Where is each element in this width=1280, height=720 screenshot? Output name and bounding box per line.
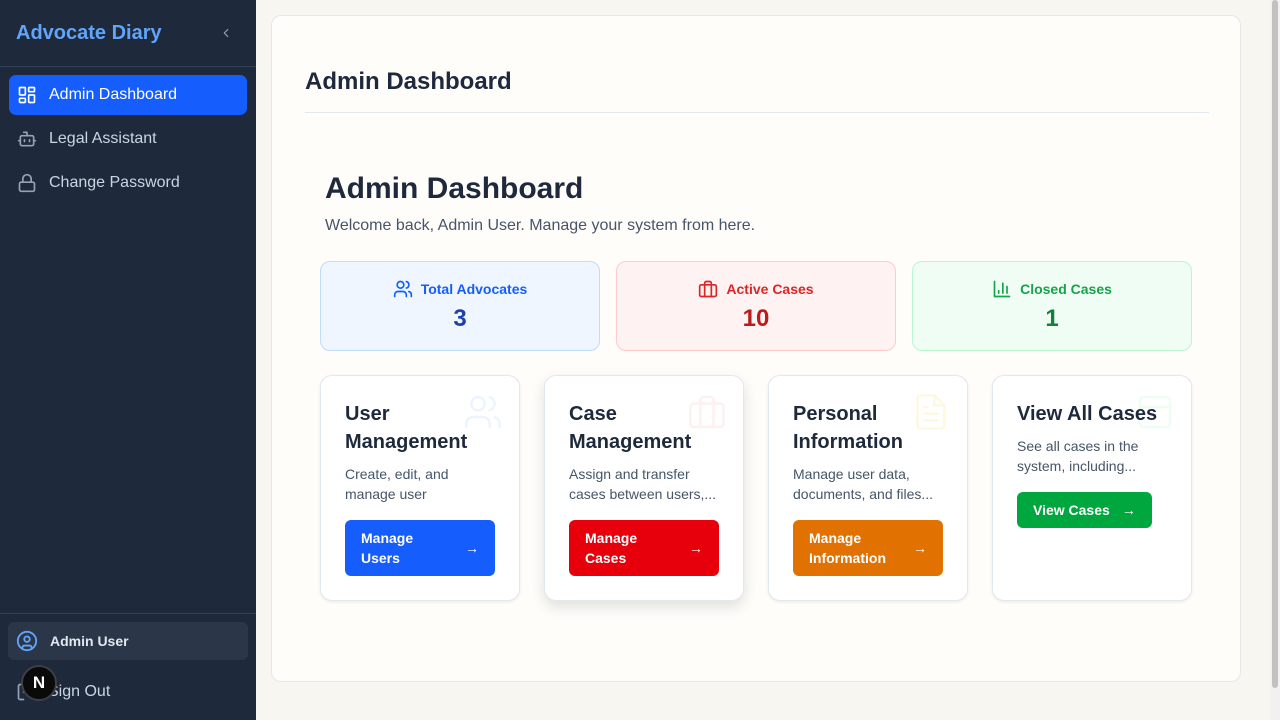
card-title: View All Cases [1017, 403, 1158, 425]
dev-tools-badge[interactable]: N [21, 665, 57, 701]
lock-icon [17, 173, 37, 193]
divider [305, 112, 1209, 113]
user-profile[interactable]: Admin User [8, 622, 248, 660]
dashboard-icon [17, 85, 37, 105]
sidebar-item-change-password[interactable]: Change Password [9, 163, 247, 203]
sidebar-item-label: Change Password [49, 174, 180, 191]
arrow-right-icon: → [913, 540, 927, 556]
sign-out-label: Sign Out [48, 683, 111, 700]
sidebar-item-label: Admin Dashboard [49, 86, 178, 103]
button-label: Manage Information [809, 530, 886, 566]
card-case-management: Case Management Assign and transfer case… [544, 375, 744, 601]
scrollbar-thumb[interactable] [1272, 0, 1278, 688]
card-title: User Management [345, 403, 468, 453]
stat-value: 1 [1045, 305, 1059, 332]
button-label: Manage Cases [585, 530, 638, 566]
briefcase-icon [698, 279, 718, 299]
card-title: Case Management [569, 403, 692, 453]
stat-closed-cases: Closed Cases 1 [912, 261, 1192, 351]
page-title: Admin Dashboard [305, 68, 512, 95]
user-circle-icon [16, 630, 38, 652]
card-description: Create, edit, and manage user accounts..… [345, 466, 449, 502]
page-scrollbar[interactable] [1270, 0, 1280, 720]
card-personal-information: Personal Information Manage user data, d… [768, 375, 968, 601]
manage-cases-button[interactable]: Manage Cases → [569, 520, 719, 576]
manage-information-button[interactable]: Manage Information → [793, 520, 943, 576]
arrow-right-icon: → [689, 540, 703, 556]
stat-label: Total Advocates [420, 281, 528, 297]
card-description: See all cases in the system, including..… [1017, 438, 1139, 474]
collapse-sidebar-button[interactable] [218, 25, 234, 41]
stat-label: Closed Cases [1020, 281, 1112, 297]
sidebar-item-legal-assistant[interactable]: Legal Assistant [9, 119, 247, 159]
sidebar-header: Advocate Diary [0, 0, 256, 67]
users-icon [393, 279, 413, 299]
arrow-right-icon: → [465, 540, 479, 556]
sidebar-item-label: Legal Assistant [49, 130, 157, 147]
chevron-left-icon [223, 28, 229, 38]
button-label: View Cases [1033, 502, 1110, 518]
bot-icon [17, 129, 37, 149]
stat-label: Active Cases [726, 281, 814, 297]
sidebar-nav: Admin Dashboard Legal Assistant Change P… [0, 67, 256, 215]
card-description: Assign and transfer cases between users,… [569, 466, 717, 502]
arrow-right-icon: → [1121, 502, 1136, 518]
stat-value: 3 [453, 305, 467, 332]
bar-chart-icon [992, 279, 1012, 299]
user-name: Admin User [50, 633, 129, 649]
button-label: Manage Users [361, 530, 414, 566]
dashboard-heading: Admin Dashboard [325, 172, 584, 205]
stat-active-cases: Active Cases 10 [616, 261, 896, 351]
card-view-all-cases: View All Cases See all cases in the syst… [992, 375, 1192, 601]
main-content: Admin Dashboard Admin Dashboard Welcome … [271, 15, 1241, 682]
brand-logo-text[interactable]: Advocate Diary [16, 22, 162, 45]
sidebar: Advocate Diary Admin Dashboard Legal Ass… [0, 0, 256, 720]
card-description: Manage user data, documents, and files..… [793, 466, 934, 502]
welcome-text: Welcome back, Admin User. Manage your sy… [325, 217, 756, 234]
sidebar-item-admin-dashboard[interactable]: Admin Dashboard [9, 75, 247, 115]
view-cases-button[interactable]: View Cases → [1017, 492, 1152, 528]
card-user-management: User Management Create, edit, and manage… [320, 375, 520, 601]
manage-users-button[interactable]: Manage Users → [345, 520, 495, 576]
stat-total-advocates: Total Advocates 3 [320, 261, 600, 351]
card-title: Personal Information [793, 403, 903, 453]
stat-value: 10 [742, 305, 770, 332]
